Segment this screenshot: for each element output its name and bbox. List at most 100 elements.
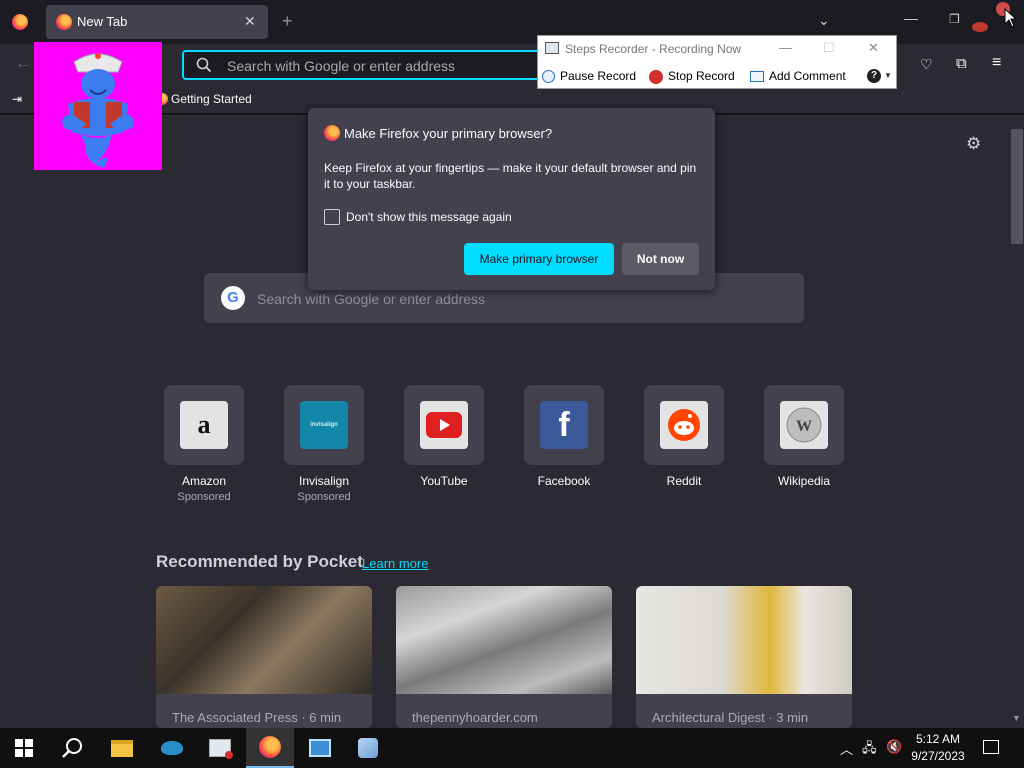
newtab-search-placeholder: Search with Google or enter address: [257, 291, 486, 307]
top-site-label: Invisalign: [298, 474, 350, 488]
pocket-card-source: thepennyhoarder.com: [412, 710, 538, 725]
search-button[interactable]: [48, 728, 96, 768]
pocket-card-image: [156, 586, 372, 694]
genie-overlay-image: [34, 42, 162, 170]
close-window-button[interactable]: [972, 22, 988, 32]
dont-show-again-checkbox[interactable]: [324, 209, 340, 225]
wikipedia-icon: W: [780, 401, 828, 449]
show-hidden-icons-chevron-icon[interactable]: ︿: [840, 739, 853, 758]
steps-recorder-app-icon: [545, 42, 559, 54]
top-site-label: Amazon: [181, 474, 227, 488]
svg-text:W: W: [796, 418, 812, 435]
pocket-card[interactable]: The Associated Press · 6 min: [156, 586, 372, 728]
top-site-reddit[interactable]: Reddit: [644, 385, 724, 488]
clock-time: 5:12 AM: [915, 732, 961, 746]
steps-minimize-button[interactable]: —: [779, 40, 792, 55]
pocket-card-image: [396, 586, 612, 694]
pause-icon: [542, 70, 555, 83]
top-site-tile[interactable]: [644, 385, 724, 465]
pause-record-button[interactable]: Pause Record: [560, 69, 636, 83]
close-tab-icon[interactable]: ✕: [244, 13, 256, 30]
top-site-wikipedia[interactable]: W Wikipedia: [764, 385, 844, 488]
gear-icon[interactable]: ⚙: [966, 134, 981, 154]
top-site-tile[interactable]: invisalign: [284, 385, 364, 465]
scrollbar-thumb[interactable]: [1011, 129, 1023, 244]
pocket-card[interactable]: Architectural Digest · 3 min: [636, 586, 852, 728]
back-arrow-icon[interactable]: ←: [15, 55, 31, 73]
top-site-tile[interactable]: W: [764, 385, 844, 465]
top-site-tile[interactable]: f: [524, 385, 604, 465]
scroll-down-arrow-icon[interactable]: ▼: [1012, 713, 1021, 723]
minimize-window-button[interactable]: —: [904, 10, 918, 26]
extensions-icon[interactable]: ⧉: [956, 55, 967, 72]
top-site-invisalign[interactable]: invisalign Invisalign Sponsored: [284, 385, 364, 503]
pocket-card-source: Architectural Digest · 3 min: [652, 710, 809, 725]
search-icon: [196, 57, 212, 73]
notifications-icon[interactable]: [983, 740, 999, 754]
folder-icon: [111, 739, 133, 757]
top-site-tile[interactable]: [404, 385, 484, 465]
firefox-taskbar-icon: [259, 736, 281, 758]
list-tabs-chevron-icon[interactable]: ⌄: [818, 12, 830, 29]
network-icon[interactable]: 🖧: [862, 739, 877, 761]
youtube-icon: [420, 401, 468, 449]
taskbar-steps-recorder[interactable]: [196, 728, 244, 768]
taskbar-file-explorer[interactable]: [98, 728, 146, 768]
top-site-facebook[interactable]: f Facebook: [524, 385, 604, 488]
help-dropdown-icon[interactable]: ▼: [884, 71, 892, 80]
page-scrollbar[interactable]: ▼: [1008, 115, 1024, 728]
top-site-label: Facebook: [537, 474, 591, 488]
reddit-icon: [660, 401, 708, 449]
steps-recorder-window: Steps Recorder - Recording Now — ☐ ✕ Pau…: [537, 35, 897, 89]
restore-window-button[interactable]: ❐: [949, 12, 960, 26]
taskbar-firefox[interactable]: [246, 728, 294, 768]
pocket-icon[interactable]: ♡: [920, 56, 933, 73]
dont-show-again-label[interactable]: Don't show this message again: [346, 210, 512, 224]
pocket-heading: Recommended by Pocket: [156, 552, 363, 571]
steps-close-button[interactable]: ✕: [868, 40, 879, 56]
taskbar-app-tool[interactable]: [344, 728, 392, 768]
system-clock[interactable]: 5:12 AM 9/27/2023: [905, 731, 971, 765]
taskbar-app-genie[interactable]: [148, 728, 196, 768]
steps-recorder-title: Steps Recorder - Recording Now: [565, 42, 742, 56]
stop-icon: [649, 70, 663, 84]
top-site-tile[interactable]: a: [164, 385, 244, 465]
top-site-label: YouTube: [420, 474, 468, 488]
dialog-body: Keep Firefox at your fingertips — make i…: [324, 161, 697, 191]
add-comment-button[interactable]: Add Comment: [769, 69, 846, 83]
tool-app-icon: [358, 738, 378, 758]
bookmark-getting-started[interactable]: Getting Started: [171, 92, 252, 106]
clock-date: 9/27/2023: [911, 749, 965, 763]
top-site-amazon[interactable]: a Amazon Sponsored: [164, 385, 244, 503]
pocket-card-source: The Associated Press · 6 min: [172, 710, 342, 725]
windows-start-button[interactable]: [0, 728, 48, 768]
stop-record-button[interactable]: Stop Record: [668, 69, 735, 83]
windows-logo-icon: [15, 739, 33, 757]
steps-maximize-button: ☐: [823, 40, 835, 55]
help-icon[interactable]: ?: [867, 69, 881, 83]
tab-new-tab[interactable]: New Tab ✕: [46, 5, 268, 39]
pocket-card[interactable]: thepennyhoarder.com: [396, 586, 612, 728]
url-bar-placeholder: Search with Google or enter address: [227, 58, 456, 74]
import-bookmarks-icon[interactable]: ⇥: [12, 92, 22, 106]
firefox-menu-icon[interactable]: [12, 14, 28, 30]
genie-lamp-icon: [161, 741, 183, 755]
invisalign-icon: invisalign: [300, 401, 348, 449]
top-site-label: Wikipedia: [777, 474, 831, 488]
sponsored-label: Sponsored: [177, 491, 231, 503]
menu-hamburger-icon[interactable]: ≡: [992, 54, 1001, 72]
amazon-icon: a: [180, 401, 228, 449]
dialog-title: Make Firefox your primary browser?: [344, 126, 553, 141]
steps-recorder-taskbar-icon: [209, 739, 233, 759]
tab-title: New Tab: [77, 14, 128, 29]
default-browser-dialog: Make Firefox your primary browser? Keep …: [308, 108, 715, 290]
learn-more-link[interactable]: Learn more: [362, 556, 428, 571]
new-tab-button[interactable]: +: [282, 11, 293, 32]
volume-muted-icon[interactable]: 🔇: [886, 739, 902, 755]
not-now-button[interactable]: Not now: [622, 243, 699, 275]
make-primary-browser-button[interactable]: Make primary browser: [464, 243, 614, 275]
url-bar[interactable]: Search with Google or enter address: [182, 50, 562, 80]
top-site-youtube[interactable]: YouTube: [404, 385, 484, 488]
taskbar-app-window[interactable]: [296, 728, 344, 768]
firefox-tab-icon: [56, 14, 72, 30]
